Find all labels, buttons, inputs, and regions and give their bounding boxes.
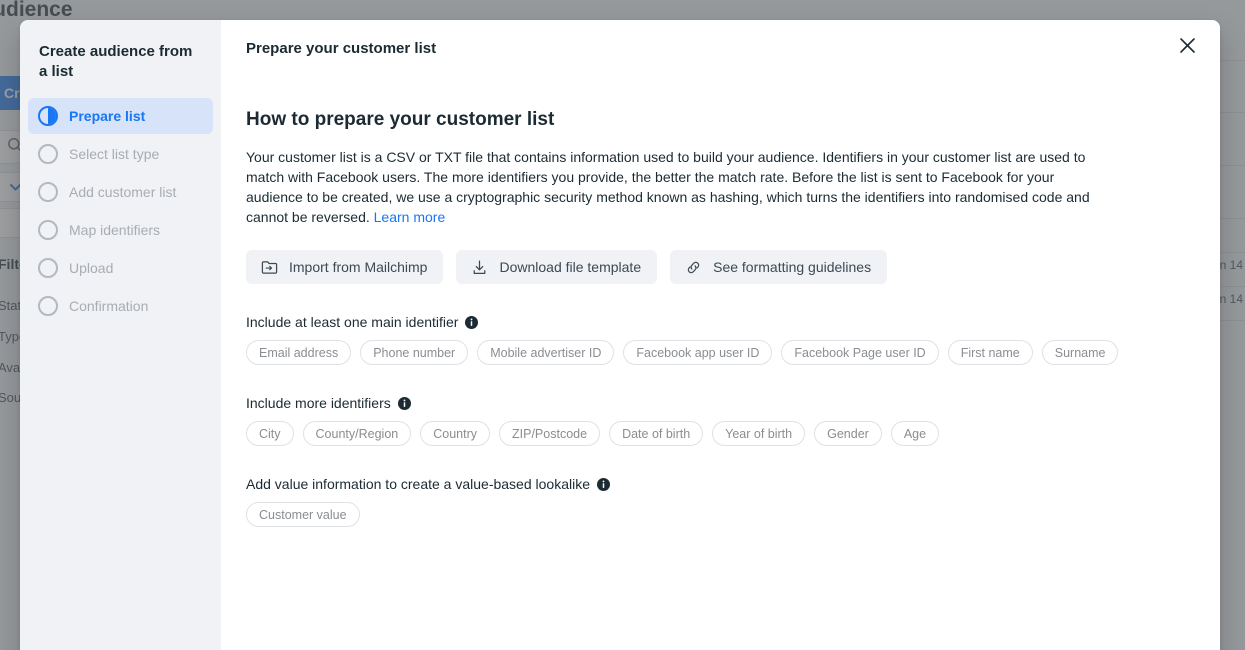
chip-city: City xyxy=(246,421,294,446)
close-icon xyxy=(1179,37,1196,59)
see-formatting-guidelines-button[interactable]: See formatting guidelines xyxy=(670,250,888,284)
section-heading-label: Add value information to create a value-… xyxy=(246,476,590,492)
empty-circle-icon xyxy=(38,144,58,164)
dialog-stepper-sidebar: Create audience from a list Prepare list… xyxy=(20,20,221,650)
chip-gender: Gender xyxy=(814,421,882,446)
more-identifier-chip-list: City County/Region Country ZIP/Postcode … xyxy=(246,421,1195,446)
intro-paragraph: Your customer list is a CSV or TXT file … xyxy=(246,147,1091,227)
chip-date-of-birth: Date of birth xyxy=(609,421,704,446)
chip-facebook-page-user-id: Facebook Page user ID xyxy=(781,340,939,365)
chip-age: Age xyxy=(890,421,940,446)
section-heading-value-based-lookalike: Add value information to create a value-… xyxy=(246,476,1195,492)
empty-circle-icon xyxy=(38,182,58,202)
folder-import-icon xyxy=(261,259,278,276)
info-icon[interactable] xyxy=(465,315,479,329)
chip-zip-postcode: ZIP/Postcode xyxy=(499,421,601,446)
sidebar-step-prepare-list[interactable]: Prepare list xyxy=(28,98,213,134)
close-button[interactable] xyxy=(1170,31,1204,65)
dialog-title: Prepare your customer list xyxy=(246,39,437,57)
sidebar-step-label: Add customer list xyxy=(69,184,177,200)
chip-surname: Surname xyxy=(1041,340,1119,365)
sidebar-step-label: Prepare list xyxy=(69,108,146,124)
empty-circle-icon xyxy=(38,220,58,240)
sidebar-step-label: Select list type xyxy=(69,146,160,162)
learn-more-link[interactable]: Learn more xyxy=(374,209,446,225)
link-icon xyxy=(685,259,702,276)
chip-facebook-app-user-id: Facebook app user ID xyxy=(623,340,773,365)
section-heading-label: Include more identifiers xyxy=(246,395,391,411)
section-heading-label: Include at least one main identifier xyxy=(246,314,459,330)
chip-email-address: Email address xyxy=(246,340,352,365)
dialog-content: How to prepare your customer list Your c… xyxy=(221,109,1220,527)
value-chip-list: Customer value xyxy=(246,502,1195,527)
action-button-group: Import from Mailchimp Download file temp… xyxy=(246,250,1195,284)
sidebar-title: Create audience from a list xyxy=(39,43,193,80)
download-file-template-button[interactable]: Download file template xyxy=(456,250,658,284)
sidebar-step-map-identifiers[interactable]: Map identifiers xyxy=(28,212,213,248)
info-icon[interactable] xyxy=(397,396,411,410)
sidebar-step-label: Map identifiers xyxy=(69,222,161,238)
empty-circle-icon xyxy=(38,296,58,316)
sidebar-step-confirmation[interactable]: Confirmation xyxy=(28,288,213,324)
sidebar-step-upload[interactable]: Upload xyxy=(28,250,213,286)
chip-phone-number: Phone number xyxy=(360,340,469,365)
action-button-label: See formatting guidelines xyxy=(713,259,872,275)
info-icon[interactable] xyxy=(596,477,610,491)
section-heading-main-identifiers: Include at least one main identifier xyxy=(246,314,1195,330)
empty-circle-icon xyxy=(38,258,58,278)
dialog-main-panel: Prepare your customer list How to prepar… xyxy=(221,20,1220,650)
chip-first-name: First name xyxy=(947,340,1033,365)
chip-country: Country xyxy=(420,421,491,446)
chip-county-region: County/Region xyxy=(302,421,412,446)
action-button-label: Import from Mailchimp xyxy=(289,259,428,275)
download-icon xyxy=(471,259,488,276)
sidebar-step-label: Confirmation xyxy=(69,298,149,314)
main-identifier-chip-list: Email address Phone number Mobile advert… xyxy=(246,340,1195,365)
intro-paragraph-text: Your customer list is a CSV or TXT file … xyxy=(246,149,1090,225)
chip-customer-value: Customer value xyxy=(246,502,360,527)
chip-mobile-advertiser-id: Mobile advertiser ID xyxy=(477,340,615,365)
sidebar-step-add-customer-list[interactable]: Add customer list xyxy=(28,174,213,210)
chip-year-of-birth: Year of birth xyxy=(712,421,806,446)
import-from-mailchimp-button[interactable]: Import from Mailchimp xyxy=(246,250,444,284)
page-heading: How to prepare your customer list xyxy=(246,109,555,130)
sidebar-step-select-list-type[interactable]: Select list type xyxy=(28,136,213,172)
half-filled-circle-icon xyxy=(38,106,58,126)
dialog-header: Prepare your customer list xyxy=(221,20,1220,76)
sidebar-step-label: Upload xyxy=(69,260,114,276)
prepare-customer-list-dialog: Create audience from a list Prepare list… xyxy=(20,20,1220,650)
action-button-label: Download file template xyxy=(499,259,642,275)
section-heading-more-identifiers: Include more identifiers xyxy=(246,395,1195,411)
